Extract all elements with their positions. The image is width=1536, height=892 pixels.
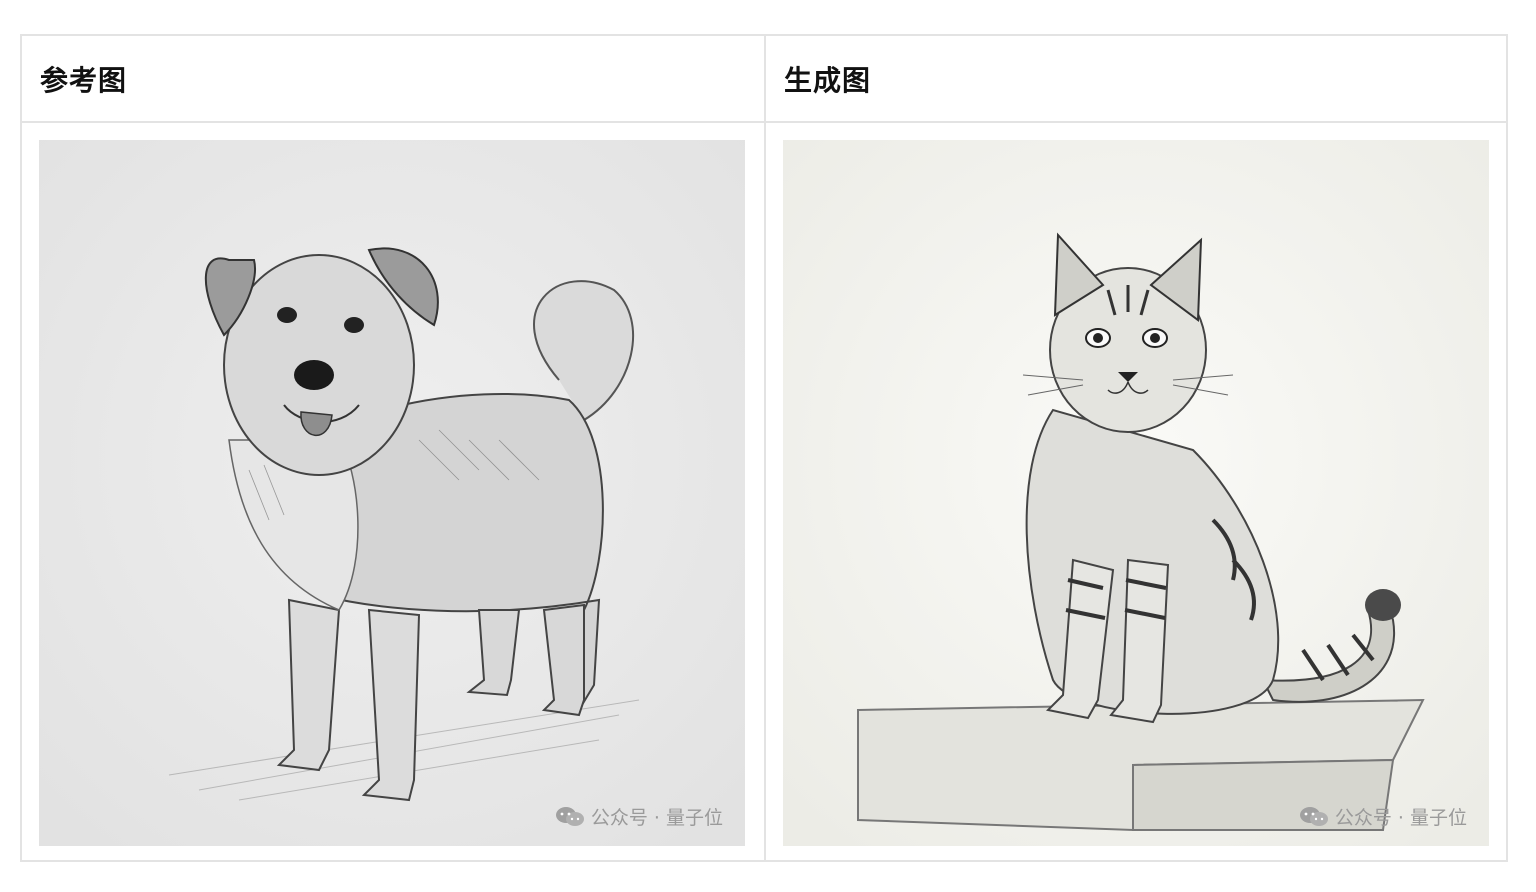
wechat-icon	[555, 806, 584, 826]
column-divider	[764, 36, 766, 860]
header-generated-image: 生成图	[784, 63, 872, 97]
generated-cat-sketch-image: 公众号 · 量子位	[783, 140, 1489, 846]
reference-dog-sketch-image: 公众号 · 量子位	[39, 140, 745, 846]
watermark-text-left: 公众号 · 量子位	[590, 807, 723, 829]
watermark-text-right: 公众号 · 量子位	[1334, 807, 1467, 829]
comparison-table: 参考图 生成图 公众号 · 量子位 公众号 · 量子位	[20, 34, 1508, 862]
watermark-left: 公众号 · 量子位	[555, 803, 723, 830]
wechat-icon	[1299, 806, 1328, 826]
header-reference-image: 参考图	[40, 63, 128, 97]
watermark-right: 公众号 · 量子位	[1299, 803, 1467, 830]
